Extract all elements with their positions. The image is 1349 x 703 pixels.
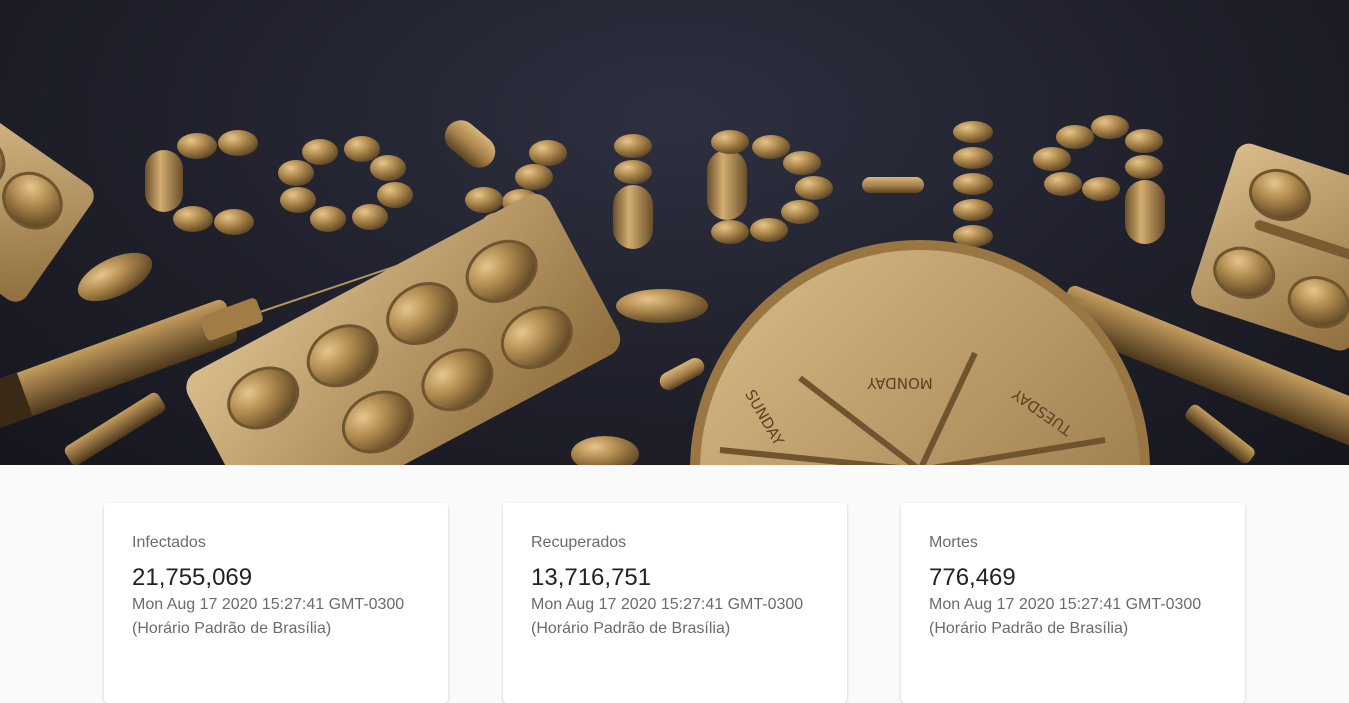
card-title: Mortes xyxy=(929,534,978,551)
deaths-card: Mortes 776,469 Mon Aug 17 2020 15:27:41 … xyxy=(901,503,1245,703)
pill-organizer-wheel: MONDAY TUESDAY SUNDAY xyxy=(690,240,1150,465)
card-date: Mon Aug 17 2020 15:27:41 GMT-0300 (Horár… xyxy=(531,596,804,637)
card-title: Recuperados xyxy=(531,534,627,551)
card-date: Mon Aug 17 2020 15:27:41 GMT-0300 (Horár… xyxy=(132,596,405,637)
hero-banner: MONDAY TUESDAY SUNDAY xyxy=(0,0,1349,465)
svg-text:MONDAY: MONDAY xyxy=(866,374,932,392)
card-date: Mon Aug 17 2020 15:27:41 GMT-0300 (Horár… xyxy=(929,596,1202,637)
card-title: Infectados xyxy=(132,534,206,551)
infected-card: Infectados 21,755,069 Mon Aug 17 2020 15… xyxy=(104,503,448,703)
card-value: 776,469 xyxy=(929,564,1016,591)
covid-19-pills-image: MONDAY TUESDAY SUNDAY xyxy=(0,100,1349,465)
card-value: 13,716,751 xyxy=(531,564,652,591)
card-value: 21,755,069 xyxy=(132,564,253,591)
stats-section: Infectados 21,755,069 Mon Aug 17 2020 15… xyxy=(0,465,1349,703)
recovered-card: Recuperados 13,716,751 Mon Aug 17 2020 1… xyxy=(503,503,847,703)
